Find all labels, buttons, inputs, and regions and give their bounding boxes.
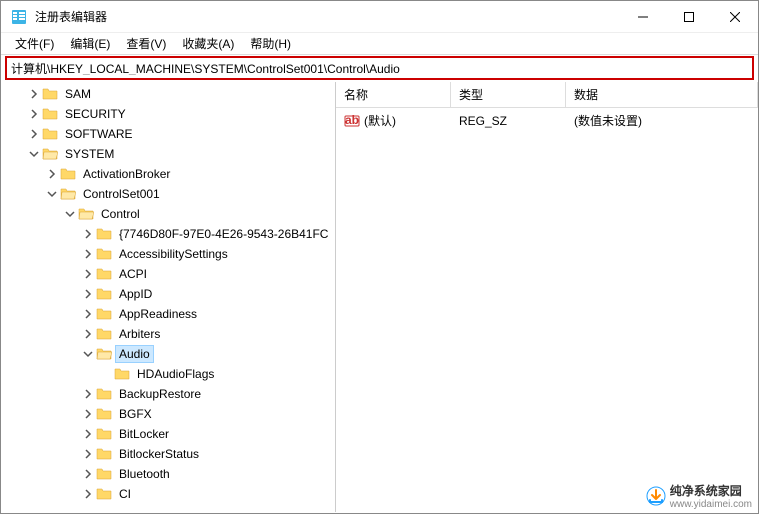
tree-node-accessibility[interactable]: AccessibilitySettings: [1, 244, 335, 264]
collapse-icon[interactable]: [45, 187, 59, 201]
expand-icon[interactable]: [81, 307, 95, 321]
expand-icon[interactable]: [81, 467, 95, 481]
tree-label: SAM: [62, 86, 94, 102]
expand-icon[interactable]: [81, 327, 95, 341]
tree-label: ACPI: [116, 266, 150, 282]
expand-icon[interactable]: [81, 227, 95, 241]
tree-label: Control: [98, 206, 143, 222]
title-bar: 注册表编辑器: [1, 1, 758, 33]
tree-node-security[interactable]: SECURITY: [1, 104, 335, 124]
tree-label: SECURITY: [62, 106, 129, 122]
value-data: (数值未设置): [574, 112, 642, 129]
col-header-data[interactable]: 数据: [566, 82, 758, 107]
tree-label: ControlSet001: [80, 186, 163, 202]
tree-label: CI: [116, 486, 134, 502]
collapse-icon[interactable]: [63, 207, 77, 221]
values-header: 名称 类型 数据: [336, 82, 758, 108]
expand-icon[interactable]: [27, 87, 41, 101]
minimize-button[interactable]: [620, 1, 666, 32]
watermark: 纯净系统家园 www.yidaimei.com: [646, 482, 752, 510]
values-pane: 名称 类型 数据 ab (默认) REG_SZ (数值未设置): [336, 82, 758, 512]
window-title: 注册表编辑器: [35, 8, 620, 25]
expand-icon[interactable]: [27, 127, 41, 141]
string-value-icon: ab: [344, 113, 360, 129]
tree-label: BackupRestore: [116, 386, 204, 402]
tree-node-bgfx[interactable]: BGFX: [1, 404, 335, 424]
expand-icon[interactable]: [81, 387, 95, 401]
tree-label: SOFTWARE: [62, 126, 136, 142]
tree-node-activationbroker[interactable]: ActivationBroker: [1, 164, 335, 184]
tree-label: AccessibilitySettings: [116, 246, 231, 262]
tree-node-guid[interactable]: {7746D80F-97E0-4E26-9543-26B41FC: [1, 224, 335, 244]
tree-node-audio[interactable]: Audio: [1, 344, 335, 364]
tree-node-system[interactable]: SYSTEM: [1, 144, 335, 164]
expand-icon[interactable]: [81, 287, 95, 301]
watermark-url: www.yidaimei.com: [670, 499, 752, 510]
expand-icon[interactable]: [45, 167, 59, 181]
tree-label: Bluetooth: [116, 466, 173, 482]
registry-tree[interactable]: SAM SECURITY SOFTWARE SYSTEM ActivationBroke…: [1, 82, 336, 512]
tree-node-bluetooth[interactable]: Bluetooth: [1, 464, 335, 484]
tree-label: Arbiters: [116, 326, 163, 342]
value-type: REG_SZ: [459, 114, 507, 128]
tree-label: BitlockerStatus: [116, 446, 202, 462]
svg-text:ab: ab: [345, 113, 359, 127]
tree-node-software[interactable]: SOFTWARE: [1, 124, 335, 144]
tree-label: {7746D80F-97E0-4E26-9543-26B41FC: [116, 226, 331, 242]
menu-help[interactable]: 帮助(H): [242, 33, 299, 54]
tree-label: Audio: [116, 346, 153, 362]
maximize-button[interactable]: [666, 1, 712, 32]
tree-node-appid[interactable]: AppID: [1, 284, 335, 304]
tree-label: HDAudioFlags: [134, 366, 217, 382]
tree-node-control[interactable]: Control: [1, 204, 335, 224]
tree-node-controlset001[interactable]: ControlSet001: [1, 184, 335, 204]
tree-node-sam[interactable]: SAM: [1, 84, 335, 104]
menu-edit[interactable]: 编辑(E): [62, 33, 118, 54]
col-header-name[interactable]: 名称: [336, 82, 451, 107]
regedit-icon: [11, 9, 27, 25]
tree-node-arbiters[interactable]: Arbiters: [1, 324, 335, 344]
tree-node-backuprestore[interactable]: BackupRestore: [1, 384, 335, 404]
collapse-icon[interactable]: [81, 347, 95, 361]
tree-node-hdaudioflags[interactable]: HDAudioFlags: [1, 364, 335, 384]
expand-icon[interactable]: [81, 247, 95, 261]
watermark-text: 纯净系统家园: [670, 482, 752, 499]
menu-view[interactable]: 查看(V): [118, 33, 174, 54]
tree-node-ci[interactable]: CI: [1, 484, 335, 504]
watermark-icon: [646, 486, 666, 506]
menu-bar: 文件(F) 编辑(E) 查看(V) 收藏夹(A) 帮助(H): [1, 33, 758, 55]
expand-icon[interactable]: [81, 427, 95, 441]
expand-icon[interactable]: [81, 487, 95, 501]
address-input[interactable]: [11, 61, 748, 75]
address-bar-highlight: [5, 56, 754, 80]
menu-file[interactable]: 文件(F): [7, 33, 62, 54]
value-name: (默认): [364, 112, 396, 129]
tree-node-acpi[interactable]: ACPI: [1, 264, 335, 284]
expand-icon[interactable]: [27, 107, 41, 121]
menu-favorites[interactable]: 收藏夹(A): [174, 33, 242, 54]
tree-label: BGFX: [116, 406, 155, 422]
tree-label: AppID: [116, 286, 155, 302]
tree-label: SYSTEM: [62, 146, 117, 162]
tree-label: ActivationBroker: [80, 166, 173, 182]
tree-node-bitlocker[interactable]: BitLocker: [1, 424, 335, 444]
expand-icon[interactable]: [81, 407, 95, 421]
collapse-icon[interactable]: [27, 147, 41, 161]
col-header-type[interactable]: 类型: [451, 82, 566, 107]
tree-label: AppReadiness: [116, 306, 200, 322]
close-button[interactable]: [712, 1, 758, 32]
expand-icon[interactable]: [81, 447, 95, 461]
tree-node-bitlockerstatus[interactable]: BitlockerStatus: [1, 444, 335, 464]
value-row[interactable]: ab (默认) REG_SZ (数值未设置): [336, 108, 758, 133]
expand-icon[interactable]: [81, 267, 95, 281]
tree-node-appreadiness[interactable]: AppReadiness: [1, 304, 335, 324]
tree-label: BitLocker: [116, 426, 172, 442]
